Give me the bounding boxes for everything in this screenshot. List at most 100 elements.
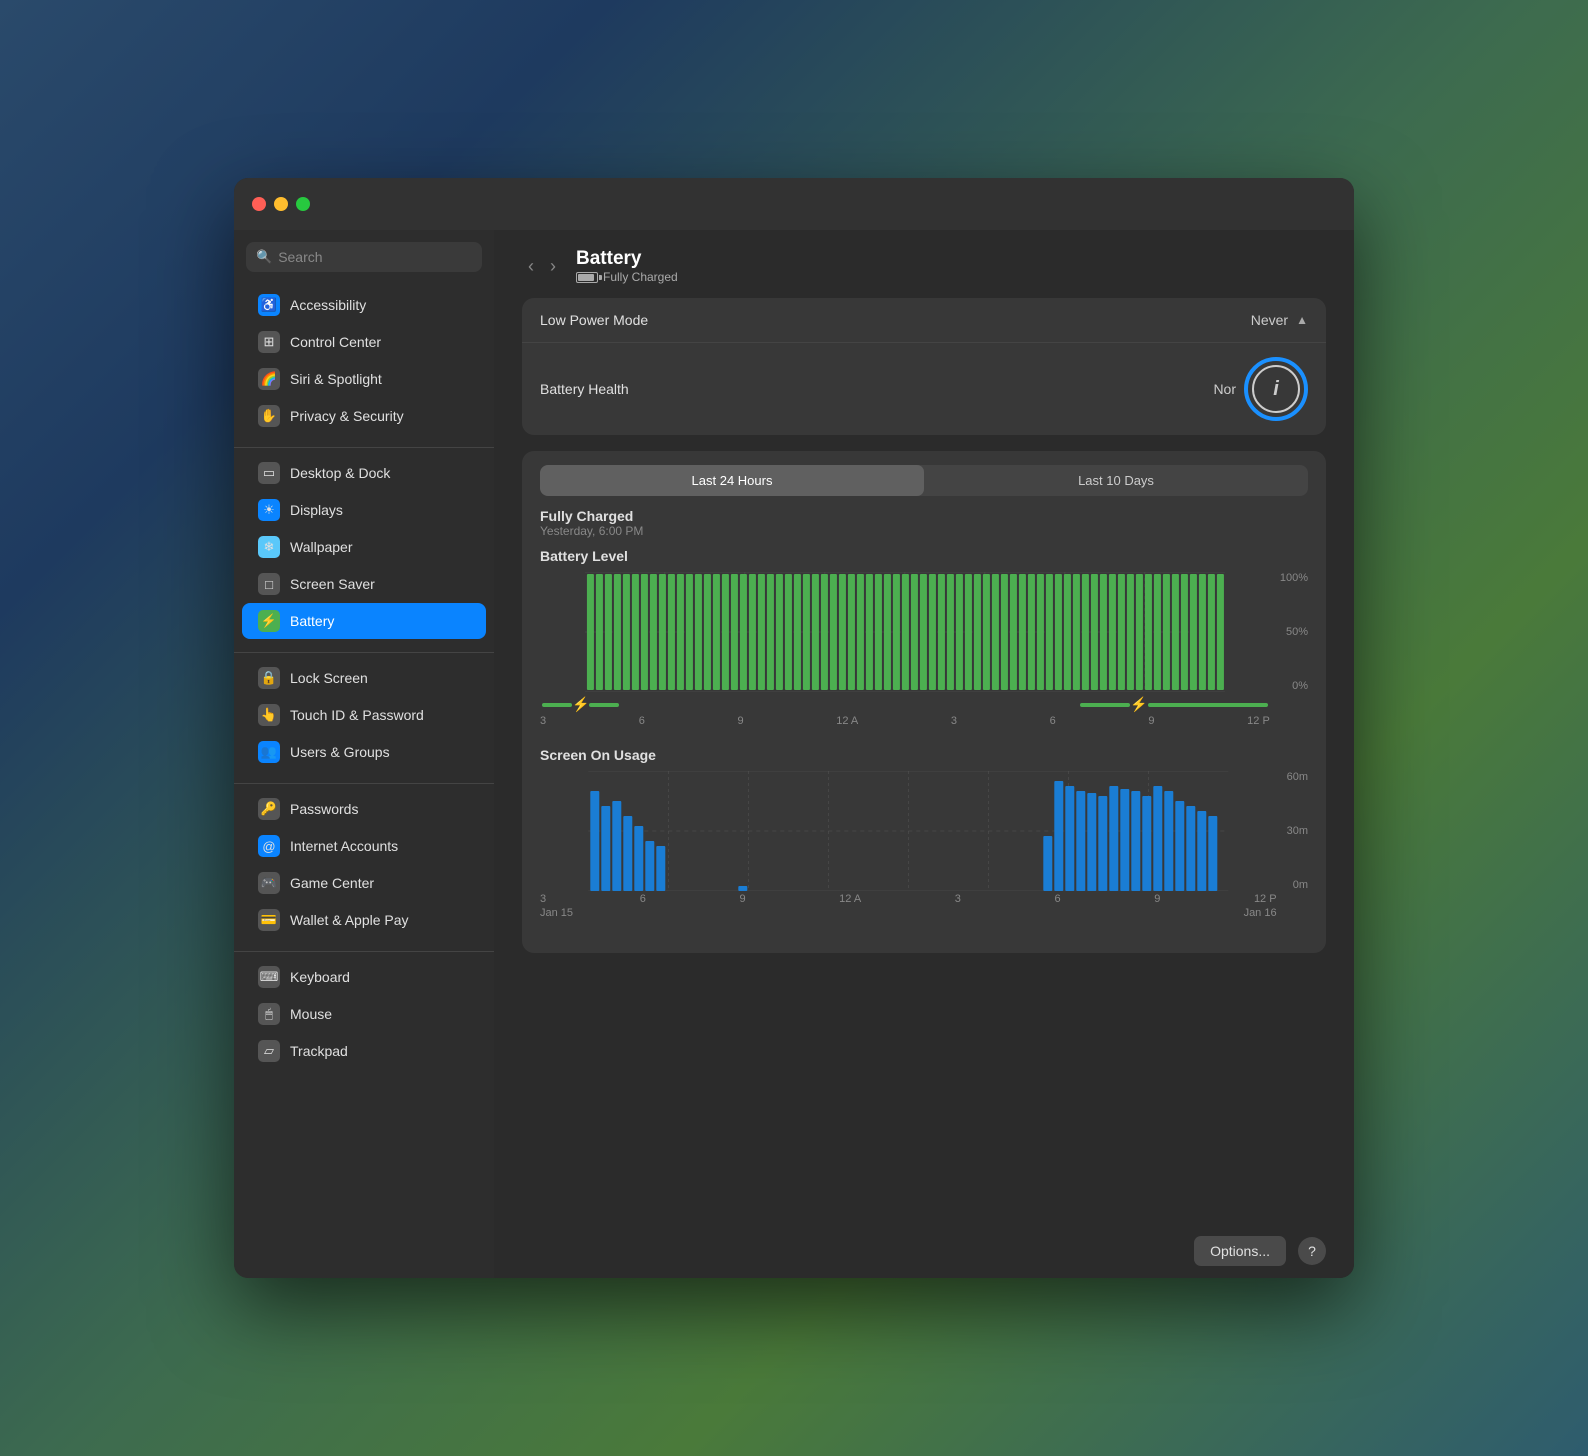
- sidebar-item-label: Keyboard: [290, 969, 350, 985]
- wallet-icon: 💳: [258, 909, 280, 931]
- sidebar-item-accessibility[interactable]: ♿ Accessibility: [242, 287, 486, 323]
- help-button[interactable]: ?: [1298, 1237, 1326, 1265]
- desktop-dock-icon: ▭: [258, 462, 280, 484]
- sidebar-section-2: ▭ Desktop & Dock ☀ Displays ❄ Wallpaper …: [234, 454, 494, 640]
- ux-label-2: 9: [739, 893, 745, 905]
- tab-10d[interactable]: Last 10 Days: [924, 465, 1308, 496]
- battery-x-labels: 3 6 9 12 A 3 6 9 12 P: [540, 713, 1270, 727]
- sidebar-item-siri-spotlight[interactable]: 🌈 Siri & Spotlight: [242, 361, 486, 397]
- bolt-icon-2: ⚡: [1130, 696, 1147, 713]
- uy-label-60: 60m: [1287, 771, 1308, 783]
- displays-icon: ☀: [258, 499, 280, 521]
- search-input[interactable]: [278, 249, 472, 265]
- battery-chart-wrapper: ⚡ ⚡: [540, 572, 1308, 727]
- window-body: 🔍 ♿ Accessibility ⊞ Control Center 🌈 Sir…: [234, 230, 1354, 1278]
- low-power-mode-row: Low Power Mode Never ▲: [522, 298, 1326, 343]
- settings-card-power: Low Power Mode Never ▲ Battery Health No…: [522, 298, 1326, 435]
- traffic-lights: [252, 197, 310, 211]
- maximize-button[interactable]: [296, 197, 310, 211]
- sidebar-item-desktop-dock[interactable]: ▭ Desktop & Dock: [242, 455, 486, 491]
- charge-line-2: [589, 703, 619, 707]
- main-content: ‹ › Battery Fully Charged Low Power Mode: [494, 230, 1354, 1278]
- screen-saver-icon: □: [258, 573, 280, 595]
- battery-chart-area: ⚡ ⚡: [540, 572, 1308, 727]
- accessibility-icon: ♿: [258, 294, 280, 316]
- y-label-0: 0%: [1280, 680, 1308, 692]
- y-label-50: 50%: [1280, 626, 1308, 638]
- sidebar-item-privacy-security[interactable]: ✋ Privacy & Security: [242, 398, 486, 434]
- chart-card: Last 24 Hours Last 10 Days Fully Charged…: [522, 451, 1326, 953]
- ux-label-7: 12 P: [1254, 893, 1277, 905]
- uy-label-0: 0m: [1287, 879, 1308, 891]
- info-button[interactable]: i: [1244, 357, 1308, 421]
- sidebar-item-label: Users & Groups: [290, 744, 390, 760]
- sidebar-item-control-center[interactable]: ⊞ Control Center: [242, 324, 486, 360]
- sidebar-item-displays[interactable]: ☀ Displays: [242, 492, 486, 528]
- sidebar-section-3: 🔒 Lock Screen 👆 Touch ID & Password 👥 Us…: [234, 659, 494, 771]
- sidebar-item-label: Siri & Spotlight: [290, 371, 382, 387]
- charge-line-1: [542, 703, 572, 707]
- sidebar-item-lock-screen[interactable]: 🔒 Lock Screen: [242, 660, 486, 696]
- sidebar-item-wallpaper[interactable]: ❄ Wallpaper: [242, 529, 486, 565]
- minimize-button[interactable]: [274, 197, 288, 211]
- battery-health-row: Battery Health Nor i: [522, 343, 1326, 435]
- bottom-bar: Options... ?: [494, 1224, 1354, 1278]
- sidebar-item-passwords[interactable]: 🔑 Passwords: [242, 791, 486, 827]
- sidebar-item-mouse[interactable]: 🖱 Mouse: [242, 996, 486, 1032]
- sidebar-item-label: Wallpaper: [290, 539, 353, 555]
- internet-accounts-icon: @: [258, 835, 280, 857]
- forward-button[interactable]: ›: [544, 254, 562, 279]
- sidebar-item-users-groups[interactable]: 👥 Users & Groups: [242, 734, 486, 770]
- battery-level-section: Battery Level: [540, 548, 1308, 727]
- x-label-3: 12 A: [836, 715, 858, 727]
- bolt-icon-1: ⚡: [572, 696, 589, 713]
- divider-3: [234, 783, 494, 784]
- chart-card-inner: Last 24 Hours Last 10 Days Fully Charged…: [522, 451, 1326, 953]
- y-label-100: 100%: [1280, 572, 1308, 584]
- users-groups-icon: 👥: [258, 741, 280, 763]
- chevron-up-icon: ▲: [1296, 313, 1308, 327]
- sidebar-item-label: Passwords: [290, 801, 358, 817]
- sidebar-item-label: Game Center: [290, 875, 374, 891]
- sidebar-item-screen-saver[interactable]: □ Screen Saver: [242, 566, 486, 602]
- search-bar[interactable]: 🔍: [246, 242, 482, 272]
- sidebar-item-label: Screen Saver: [290, 576, 375, 592]
- sidebar-item-label: Trackpad: [290, 1043, 348, 1059]
- header-title-group: Battery Fully Charged: [576, 248, 678, 284]
- charge-title: Fully Charged: [540, 508, 1308, 524]
- sidebar-section-1: ♿ Accessibility ⊞ Control Center 🌈 Siri …: [234, 286, 494, 435]
- sidebar-item-keyboard[interactable]: ⌨ Keyboard: [242, 959, 486, 995]
- sidebar-item-label: Desktop & Dock: [290, 465, 390, 481]
- sidebar-item-label: Displays: [290, 502, 343, 518]
- close-button[interactable]: [252, 197, 266, 211]
- charging-indicator-2: ⚡: [1080, 696, 1267, 713]
- screen-usage-title: Screen On Usage: [540, 747, 1308, 763]
- sidebar-item-internet-accounts[interactable]: @ Internet Accounts: [242, 828, 486, 864]
- wallpaper-icon: ❄: [258, 536, 280, 558]
- sidebar-item-trackpad[interactable]: ▱ Trackpad: [242, 1033, 486, 1069]
- x-label-6: 9: [1148, 715, 1154, 727]
- battery-health-label: Battery Health: [540, 381, 629, 397]
- options-button[interactable]: Options...: [1194, 1236, 1286, 1266]
- keyboard-icon: ⌨: [258, 966, 280, 988]
- sidebar-item-label: Accessibility: [290, 297, 366, 313]
- sidebar-item-battery[interactable]: ⚡ Battery: [242, 603, 486, 639]
- sidebar-item-label: Lock Screen: [290, 670, 368, 686]
- sidebar-item-touch-id[interactable]: 👆 Touch ID & Password: [242, 697, 486, 733]
- siri-icon: 🌈: [258, 368, 280, 390]
- ux-label-3: 12 A: [839, 893, 861, 905]
- back-button[interactable]: ‹: [522, 254, 540, 279]
- x-label-4: 3: [951, 715, 957, 727]
- usage-chart-area: 3 6 9 12 A 3 6 9 12 P: [540, 771, 1308, 919]
- usage-date-labels: Jan 15 Jan 16: [540, 905, 1277, 919]
- main-header: ‹ › Battery Fully Charged: [494, 230, 1354, 298]
- tab-24h[interactable]: Last 24 Hours: [540, 465, 924, 496]
- sidebar-item-wallet-apple-pay[interactable]: 💳 Wallet & Apple Pay: [242, 902, 486, 938]
- charge-line-3: [1080, 703, 1130, 707]
- sidebar-item-label: Internet Accounts: [290, 838, 398, 854]
- ux-label-0: 3: [540, 893, 546, 905]
- usage-chart: 3 6 9 12 A 3 6 9 12 P: [540, 771, 1277, 919]
- sidebar-item-game-center[interactable]: 🎮 Game Center: [242, 865, 486, 901]
- info-icon: i: [1252, 365, 1300, 413]
- search-icon: 🔍: [256, 249, 272, 265]
